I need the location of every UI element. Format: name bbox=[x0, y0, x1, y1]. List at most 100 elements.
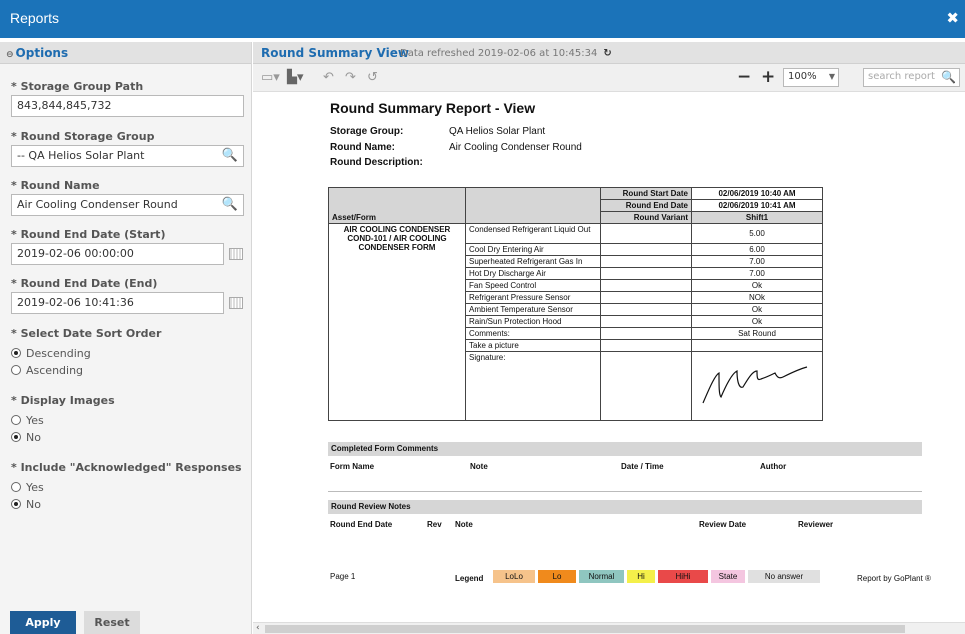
legend-text: Hi bbox=[637, 572, 645, 581]
search-icon[interactable]: 🔍 bbox=[222, 148, 238, 163]
refresh-icon[interactable]: ↻ bbox=[603, 48, 611, 59]
blank-header bbox=[465, 187, 601, 224]
col-review-date: Review Date bbox=[699, 520, 747, 529]
empty-cell bbox=[600, 351, 692, 421]
round-start-value: 02/06/2019 10:40 AM bbox=[691, 187, 823, 200]
round-variant-label: Round Variant bbox=[600, 211, 692, 224]
refresh-text: Data refreshed 2019-02-06 at 10:45:34 bbox=[400, 48, 598, 59]
apply-button[interactable]: Apply bbox=[10, 611, 76, 634]
calendar-icon[interactable] bbox=[229, 297, 243, 309]
round-name-label: Round Name: bbox=[330, 142, 395, 153]
forward-icon[interactable]: ↷ bbox=[345, 70, 356, 85]
round-detail-table: Asset/Form Round Start Date 02/06/2019 1… bbox=[328, 187, 823, 421]
legend-text: LoLo bbox=[505, 572, 523, 581]
report-view-title: Round Summary View bbox=[261, 46, 409, 60]
question-cell: Superheated Refrigerant Gas In bbox=[465, 255, 601, 268]
title-bar: Reports ✖ bbox=[0, 0, 965, 38]
storage-group-path-label: * Storage Group Path bbox=[11, 80, 144, 93]
empty-cell bbox=[600, 223, 692, 244]
empty-cell bbox=[600, 327, 692, 340]
question-cell: Hot Dry Discharge Air bbox=[465, 267, 601, 280]
empty-cell bbox=[600, 267, 692, 280]
legend-text: Normal bbox=[588, 572, 615, 581]
reset-button[interactable]: Reset bbox=[84, 611, 140, 634]
search-icon[interactable]: 🔍 bbox=[941, 70, 956, 84]
radio-dot-icon[interactable] bbox=[11, 499, 21, 509]
refresh-report-icon[interactable]: ↺ bbox=[367, 70, 378, 85]
scrollbar-thumb[interactable] bbox=[265, 625, 905, 633]
round-end-start-input[interactable]: 2019-02-06 00:00:00 bbox=[11, 243, 224, 265]
legend-text: State bbox=[718, 572, 738, 581]
save-icon[interactable]: ▭▾ bbox=[261, 70, 280, 85]
radio-ack-no[interactable]: No bbox=[11, 498, 41, 511]
zoom-value: 100% bbox=[788, 71, 817, 82]
options-header[interactable]: ⊖ Options bbox=[0, 42, 251, 64]
legend-label: Legend bbox=[455, 574, 484, 583]
value-cell: 6.00 bbox=[691, 243, 823, 256]
export-icon[interactable]: ▙▾ bbox=[287, 70, 304, 85]
col-date-time: Date / Time bbox=[621, 462, 664, 471]
radio-label: No bbox=[26, 431, 41, 444]
legend-hi: Hi bbox=[627, 570, 655, 583]
back-icon[interactable]: ↶ bbox=[323, 70, 334, 85]
question-cell: Condensed Refrigerant Liquid Out bbox=[465, 223, 601, 244]
radio-dot-icon[interactable] bbox=[11, 348, 21, 358]
storage-group-value: QA Helios Solar Plant bbox=[449, 126, 546, 137]
include-ack-label: * Include "Acknowledged" Responses bbox=[11, 461, 242, 474]
col-author: Author bbox=[760, 462, 787, 471]
storage-group-path-input[interactable]: 843,844,845,732 bbox=[11, 95, 244, 117]
asset-form-header: Asset/Form bbox=[328, 187, 466, 224]
round-name-input[interactable]: Air Cooling Condenser Round 🔍 bbox=[11, 194, 244, 216]
zoom-select[interactable]: 100% ▼ bbox=[783, 68, 839, 87]
radio-descending[interactable]: Descending bbox=[11, 347, 91, 360]
signature-image bbox=[702, 366, 808, 404]
chevron-left-icon[interactable]: ‹ bbox=[256, 623, 260, 633]
round-start-label: Round Start Date bbox=[600, 187, 692, 200]
value-cell: 7.00 bbox=[691, 267, 823, 280]
radio-images-yes[interactable]: Yes bbox=[11, 414, 44, 427]
round-storage-group-value: -- QA Helios Solar Plant bbox=[17, 149, 145, 162]
legend-state: State bbox=[711, 570, 745, 583]
round-storage-group-input[interactable]: -- QA Helios Solar Plant 🔍 bbox=[11, 145, 244, 167]
value-cell: Ok bbox=[691, 315, 823, 328]
radio-images-no[interactable]: No bbox=[11, 431, 41, 444]
radio-label: Ascending bbox=[26, 364, 84, 377]
radio-label: Yes bbox=[26, 414, 44, 427]
report-header: Round Summary View Data refreshed 2019-0… bbox=[253, 42, 965, 64]
col-note: Note bbox=[455, 520, 473, 529]
col-rev: Rev bbox=[427, 520, 442, 529]
question-cell: Refrigerant Pressure Sensor bbox=[465, 291, 601, 304]
collapse-icon[interactable]: ⊖ bbox=[6, 50, 14, 60]
display-images-label: * Display Images bbox=[11, 394, 115, 407]
radio-ascending[interactable]: Ascending bbox=[11, 364, 83, 377]
question-cell: Signature: bbox=[465, 351, 601, 421]
table-row: AIR COOLING CONDENSER COND-101 / AIR COO… bbox=[328, 223, 823, 421]
value-cell: Ok bbox=[691, 279, 823, 292]
close-icon[interactable]: ✖ bbox=[946, 9, 959, 27]
legend-text: Lo bbox=[552, 572, 562, 581]
radio-dot-icon[interactable] bbox=[11, 482, 21, 492]
col-round-end-date: Round End Date bbox=[330, 520, 393, 529]
radio-dot-icon[interactable] bbox=[11, 432, 21, 442]
zoom-out-button[interactable]: − bbox=[737, 67, 751, 87]
question-cell: Cool Dry Entering Air bbox=[465, 243, 601, 256]
radio-ack-yes[interactable]: Yes bbox=[11, 481, 44, 494]
divider bbox=[328, 491, 922, 492]
calendar-icon[interactable] bbox=[229, 248, 243, 260]
radio-label: Descending bbox=[26, 347, 91, 360]
value-cell: 5.00 bbox=[691, 223, 823, 244]
empty-cell bbox=[600, 303, 692, 316]
zoom-in-button[interactable]: + bbox=[761, 67, 775, 87]
radio-dot-icon[interactable] bbox=[11, 365, 21, 375]
chevron-down-icon[interactable]: ▼ bbox=[829, 72, 835, 81]
report-toolbar: ▭▾ ▙▾ ↶ ↷ ↺ − + 100% ▼ search report 🔍 bbox=[253, 64, 965, 92]
round-end-label: Round End Date bbox=[600, 199, 692, 212]
value-cell: Sat Round bbox=[691, 327, 823, 340]
search-report-input[interactable]: search report 🔍 bbox=[863, 68, 960, 87]
horizontal-scrollbar[interactable]: ‹ bbox=[253, 622, 965, 634]
radio-label: Yes bbox=[26, 481, 44, 494]
round-end-end-input[interactable]: 2019-02-06 10:41:36 bbox=[11, 292, 224, 314]
completed-comments-title: Completed Form Comments bbox=[328, 442, 922, 456]
radio-dot-icon[interactable] bbox=[11, 415, 21, 425]
search-icon[interactable]: 🔍 bbox=[222, 197, 238, 212]
